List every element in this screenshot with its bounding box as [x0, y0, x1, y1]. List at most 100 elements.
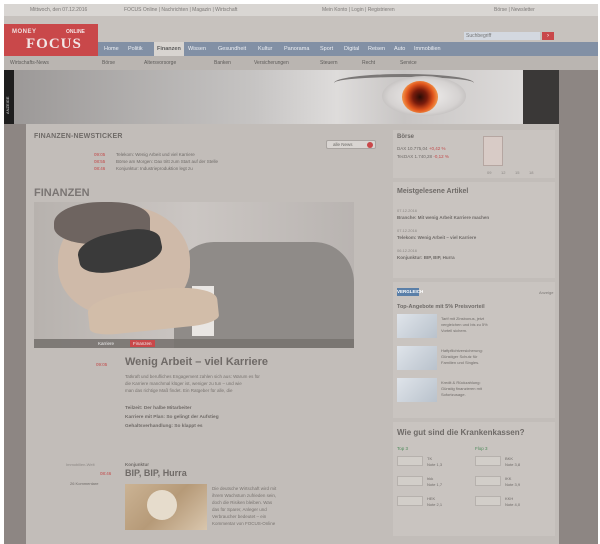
nav-item-kultur[interactable]: Kultur: [258, 46, 272, 52]
chart-x-label: 15: [515, 170, 520, 175]
ad-banner[interactable]: ANZEIGE: [4, 70, 559, 124]
nav-item-sport[interactable]: Sport: [320, 46, 333, 52]
nav-item-panorama[interactable]: Panorama: [284, 46, 309, 52]
comments-link[interactable]: 26 Kommentare: [70, 481, 98, 486]
nav-item-finanzen[interactable]: Finanzen: [154, 42, 184, 56]
login-link[interactable]: Login: [351, 7, 363, 13]
ad-label: ANZEIGE: [5, 96, 10, 114]
search-input[interactable]: [464, 32, 540, 40]
chart-x-label: 12: [501, 170, 506, 175]
most-read-date: 07.12.2016: [397, 228, 418, 233]
nav-item-digital[interactable]: Digital: [344, 46, 359, 52]
stock-widget: Börse DAX 10.775,04 +0,42 % TecDAX 1.740…: [393, 130, 555, 178]
stock-row[interactable]: DAX 10.775,04 +0,42 %: [397, 146, 445, 151]
insurer-name: hkk: [427, 476, 434, 481]
logo-wordmark: FOCUS: [26, 36, 82, 52]
promo-text: Sofortzusage.: [441, 392, 466, 397]
related-link[interactable]: Gehaltsverhandlung: So klappt es: [125, 424, 203, 429]
subnav-item[interactable]: Wirtschafts-News: [10, 60, 49, 66]
insurer-logo[interactable]: [475, 456, 501, 466]
topbar-right-links[interactable]: Börse | Newsletter: [494, 7, 535, 13]
site-logo[interactable]: MONEY ONLINE FOCUS: [4, 24, 98, 56]
top-utility-bar: Mittwoch, den 07.12.2016 FOCUS Online | …: [4, 4, 598, 16]
nav-item-immobilien[interactable]: Immobilien: [414, 46, 441, 52]
subnav-item[interactable]: Versicherungen: [254, 60, 289, 66]
subnav-item[interactable]: Recht: [362, 60, 375, 66]
ticker-text: Telekom: Wenig Arbeit und viel Karriere: [116, 152, 195, 157]
subnav-item[interactable]: Altersvorsorge: [144, 60, 176, 66]
promo-ad-label: Anzeige: [539, 290, 554, 295]
subnav-item[interactable]: Service: [400, 60, 417, 66]
article-meta: Immobilien-Welt: [66, 462, 95, 467]
insurer-grade: Note 1,7: [427, 482, 443, 487]
related-link[interactable]: Teilzeit: Der halbe Mitarbeiter: [125, 406, 192, 411]
article-teaser-line: die Karriere manchmal klüger ist, wenige…: [125, 381, 242, 386]
stock-mini-chart[interactable]: [483, 136, 503, 166]
hero-image[interactable]: Karriere Finanzen: [34, 202, 354, 348]
register-link[interactable]: Registrieren: [368, 7, 395, 13]
subnav-item[interactable]: Steuern: [320, 60, 338, 66]
nav-item-home[interactable]: Home: [104, 46, 119, 52]
subnav-item[interactable]: Börse: [102, 60, 115, 66]
article-time: 08:46: [100, 471, 112, 476]
main-navigation: Home Politik Finanzen Wissen Gesundheit Kultu…: [98, 42, 598, 56]
nav-item-politik[interactable]: Politik: [128, 46, 143, 52]
insurer-logo[interactable]: [475, 496, 501, 506]
nav-item-gesundheit[interactable]: Gesundheit: [218, 46, 246, 52]
arrow-right-icon: [367, 142, 373, 148]
insurer-name: BKK: [505, 456, 514, 461]
ticker-time: 08:55: [94, 159, 106, 164]
article-body-line: Verbraucher bedeutet – ein: [212, 514, 267, 519]
most-read-link[interactable]: Telekom: Wenig Arbeit – viel Karriere: [397, 235, 476, 240]
promo-badge: VERGLEICH: [397, 288, 424, 296]
insurer-logo[interactable]: [397, 456, 423, 466]
article-body-line: doch die Risiken bleiben. Was: [212, 500, 273, 505]
most-read-box: Meistgelesene Artikel 07.12.2016 Branche…: [393, 182, 555, 278]
article-body-line: das für Sparer, Anleger und: [212, 507, 267, 512]
article-thumbnail[interactable]: [125, 484, 207, 530]
main-content: FINANZEN-NEWSTICKER alle News 09:05 Tele…: [26, 124, 559, 544]
stock-name: DAX: [397, 146, 407, 151]
browser-viewport: Mittwoch, den 07.12.2016 FOCUS Online | …: [4, 4, 598, 544]
hero-caption-tag[interactable]: Finanzen: [130, 340, 155, 347]
related-link[interactable]: Karriere mit Plan: So gelingt der Aufsti…: [125, 415, 219, 420]
my-account-link[interactable]: Mein Konto: [322, 7, 347, 13]
article-headline[interactable]: BIP, BIP, Hurra: [125, 468, 187, 478]
article-headline[interactable]: Wenig Arbeit – viel Karriere: [125, 356, 268, 368]
chart-x-label: 18: [529, 170, 534, 175]
banner-iris: [402, 81, 438, 113]
insurer-logo[interactable]: [397, 496, 423, 506]
nav-item-reisen[interactable]: Reisen: [368, 46, 385, 52]
insurance-title: Wie gut sind die Krankenkassen?: [397, 428, 525, 437]
article-body-line: Kommentar von FOCUS-Online: [212, 521, 276, 526]
stock-row[interactable]: TecDAX 1.740,28 -0,12 %: [397, 154, 449, 159]
promo-image[interactable]: [397, 346, 437, 370]
ad-label-strip: ANZEIGE: [4, 70, 14, 124]
insurer-grade: Note 4,0: [505, 502, 521, 507]
promo-text[interactable]: Haftpflichtversicherung:: [441, 348, 483, 353]
insurer-name: KKH: [505, 496, 514, 501]
insurer-logo[interactable]: [475, 476, 501, 486]
promo-image[interactable]: [397, 378, 437, 402]
promo-text: Vorteil sichern.: [441, 328, 468, 333]
promo-text: Günstig finanzieren mit: [441, 386, 482, 391]
nav-item-auto[interactable]: Auto: [394, 46, 405, 52]
promo-text[interactable]: Kredit & Rückzahlung:: [441, 380, 481, 385]
date-label: Mittwoch, den 07.12.2016: [30, 7, 88, 13]
most-read-link[interactable]: Branche: Mit wenig Arbeit Karriere mache…: [397, 215, 489, 220]
banner-edge: [523, 70, 559, 124]
subnav-item[interactable]: Banken: [214, 60, 231, 66]
all-news-button[interactable]: alle News: [326, 140, 376, 149]
section-title: FINANZEN: [34, 187, 90, 199]
chart-x-label: 09: [487, 170, 492, 175]
logo-subtitle: MONEY: [12, 29, 37, 35]
search-icon: ›: [547, 33, 549, 39]
insurer-logo[interactable]: [397, 476, 423, 486]
most-read-link[interactable]: Konjunktur: BIP, BIP, Hurra: [397, 255, 455, 260]
search-button[interactable]: ›: [542, 32, 554, 40]
insurer-name: TK: [427, 456, 433, 461]
promo-image[interactable]: [397, 314, 437, 338]
most-read-date: 07.12.2016: [397, 208, 418, 213]
nav-item-wissen[interactable]: Wissen: [188, 46, 206, 52]
promo-text[interactable]: Tarif mit Zinsbonus, jetzt: [441, 316, 484, 321]
